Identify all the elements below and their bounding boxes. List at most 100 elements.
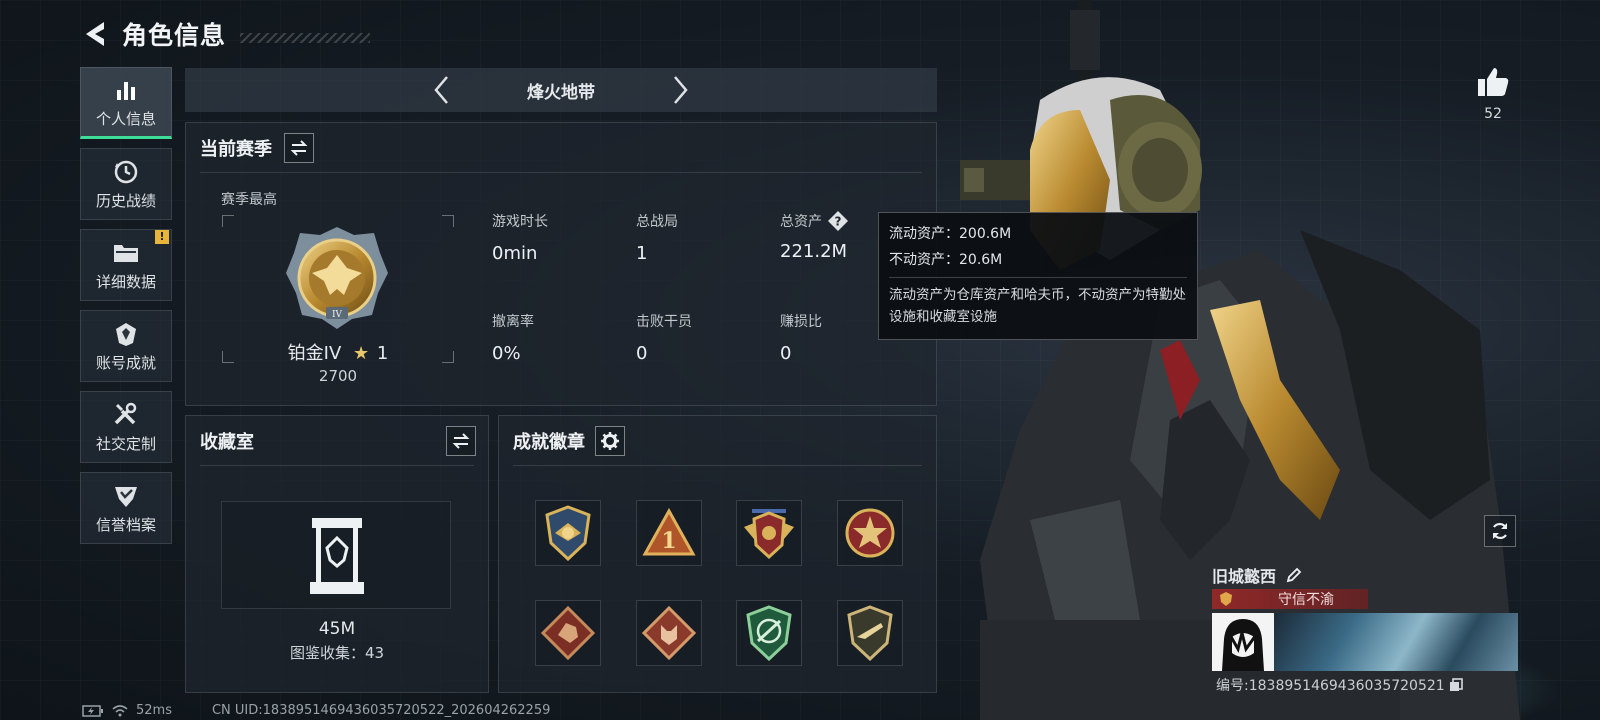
folder-icon — [113, 239, 139, 267]
uid-text: CN UID:1838951469436035720522_2026042622… — [211, 703, 551, 718]
sidebar-item-label: 历史战绩 — [95, 191, 156, 210]
achievement-badge-1[interactable] — [535, 500, 601, 566]
star-round-badge-icon — [845, 508, 895, 558]
assets-tooltip: 流动资产：200.6M 不动资产：20.6M 流动资产为仓库资产和哈夫币，不动资… — [878, 212, 1198, 340]
achievement-badge-5[interactable] — [535, 600, 601, 666]
rank-name: 铂金IV ★ 1 — [238, 339, 438, 365]
fixed-assets: 不动资产：20.6M — [889, 252, 1003, 268]
rifle-shield-badge-icon — [847, 605, 893, 661]
achievement-badge-4[interactable] — [837, 500, 903, 566]
star-icon: ★ — [353, 343, 370, 364]
wrench-screwdriver-icon — [113, 401, 139, 429]
chevron-left-icon — [434, 76, 448, 104]
collection-switch-button[interactable] — [446, 426, 476, 456]
mode-title: 烽火地带 — [527, 82, 595, 103]
display-case-icon — [310, 518, 364, 594]
reputation-bar: 守信不渝 — [1212, 589, 1368, 609]
achievement-badge-6[interactable] — [636, 600, 702, 666]
rank-score: 2700 — [318, 367, 358, 385]
player-name: 旧城懿西 — [1212, 567, 1277, 586]
bar-chart-icon — [114, 76, 138, 104]
achievement-badge-2[interactable]: 1 — [636, 500, 702, 566]
winged-shield-badge-icon — [744, 509, 794, 560]
back-arrow-icon — [86, 22, 104, 46]
mode-next-button[interactable] — [661, 70, 701, 110]
achievement-badge-8[interactable] — [837, 600, 903, 666]
ping-value: 52ms — [136, 703, 172, 718]
sidebar-item-achievements[interactable]: 账号成就 — [80, 310, 172, 382]
mode-prev-button[interactable] — [421, 70, 461, 110]
sidebar-item-label: 账号成就 — [95, 353, 156, 372]
status-bar: 52ms CN UID:1838951469436035720522_20260… — [82, 703, 556, 718]
like-count: 52 — [1484, 106, 1502, 122]
banner-image — [1274, 613, 1518, 671]
reputation-label: 守信不渝 — [1278, 592, 1334, 608]
stat-profit-loss-ratio: 赚损比 0 — [780, 311, 822, 364]
collection-title: 收藏室 — [200, 432, 254, 453]
stat-label: 撤离率 — [492, 314, 534, 330]
sidebar-item-reputation[interactable]: 信誉档案 — [80, 472, 172, 544]
edit-icon[interactable] — [1286, 567, 1302, 583]
stat-value: 0min — [492, 243, 538, 264]
wifi-icon — [112, 704, 128, 716]
season-switch-button[interactable] — [284, 133, 314, 163]
gear-icon — [601, 432, 619, 450]
season-title: 当前赛季 — [200, 139, 272, 160]
stat-label: 总战局 — [636, 214, 678, 230]
stat-operators-defeated: 击败干员 0 — [636, 311, 692, 364]
svg-text:?: ? — [835, 215, 842, 229]
chevron-right-icon — [674, 76, 688, 104]
svg-text:IV: IV — [332, 310, 343, 320]
assets-description: 流动资产为仓库资产和哈夫币，不动资产为特勤处设施和收藏室设施 — [889, 287, 1186, 325]
refresh-button[interactable] — [1484, 515, 1516, 547]
wolf-diamond-badge-icon — [641, 605, 697, 661]
season-best-label: 赛季最高 — [221, 192, 277, 208]
sidebar-item-detailed-data[interactable]: ! 详细数据 — [80, 229, 172, 301]
title-decoration — [240, 33, 371, 43]
collection-preview[interactable] — [221, 501, 451, 609]
collection-count: 图鉴收集：43 — [289, 644, 385, 662]
stat-label: 总资产 — [780, 214, 822, 230]
crest-icon — [113, 320, 139, 348]
stat-value: 0 — [636, 343, 648, 364]
rank-emblem-icon: IV — [286, 227, 388, 329]
sidebar-item-personal-info[interactable]: 个人信息 — [80, 67, 172, 139]
sidebar-item-label: 社交定制 — [95, 434, 156, 453]
badges-panel: 成就徽章 1 — [498, 415, 937, 693]
stat-extract-rate: 撤离率 0% — [492, 311, 534, 364]
avatar[interactable] — [1212, 613, 1274, 671]
badges-title: 成就徽章 — [513, 432, 585, 453]
sidebar-item-label: 信誉档案 — [95, 515, 156, 534]
svg-text:1: 1 — [661, 528, 676, 554]
player-id-row: 编号:1838951469436035720521 — [1216, 675, 1463, 695]
stat-play-time: 游戏时长 0min — [492, 211, 548, 264]
stat-label: 赚损比 — [780, 314, 822, 330]
collection-value: 45M — [318, 619, 356, 639]
sidebar-item-social-custom[interactable]: 社交定制 — [80, 391, 172, 463]
swap-icon — [290, 140, 308, 156]
stat-total-assets: 总资产 ? 221.2M — [780, 211, 848, 262]
page-title: 角色信息 — [122, 21, 227, 50]
copy-icon[interactable] — [1449, 678, 1463, 692]
stat-label: 击败干员 — [636, 314, 692, 330]
stat-value: 0% — [492, 343, 521, 364]
achievement-badge-7[interactable] — [736, 600, 802, 666]
clock-icon — [113, 158, 139, 186]
stat-value: 221.2M — [780, 241, 848, 262]
sidebar-item-history[interactable]: 历史战绩 — [80, 148, 172, 220]
alert-badge: ! — [155, 230, 169, 244]
badges-settings-button[interactable] — [595, 426, 625, 456]
help-icon[interactable]: ? — [828, 211, 848, 231]
stat-value: 1 — [636, 243, 648, 264]
back-button[interactable] — [78, 17, 112, 51]
stat-value: 0 — [780, 343, 792, 364]
like-button[interactable]: 52 — [1468, 66, 1518, 122]
divider — [200, 465, 474, 466]
achievement-badge-3[interactable] — [736, 500, 802, 566]
player-name-row: 旧城懿西 — [1212, 563, 1302, 587]
battery-icon — [82, 704, 103, 717]
player-banner[interactable] — [1212, 613, 1518, 671]
collection-panel: 收藏室 45M 图鉴收集：43 — [185, 415, 489, 693]
refresh-icon — [1493, 522, 1507, 540]
stat-label: 游戏时长 — [492, 214, 548, 230]
